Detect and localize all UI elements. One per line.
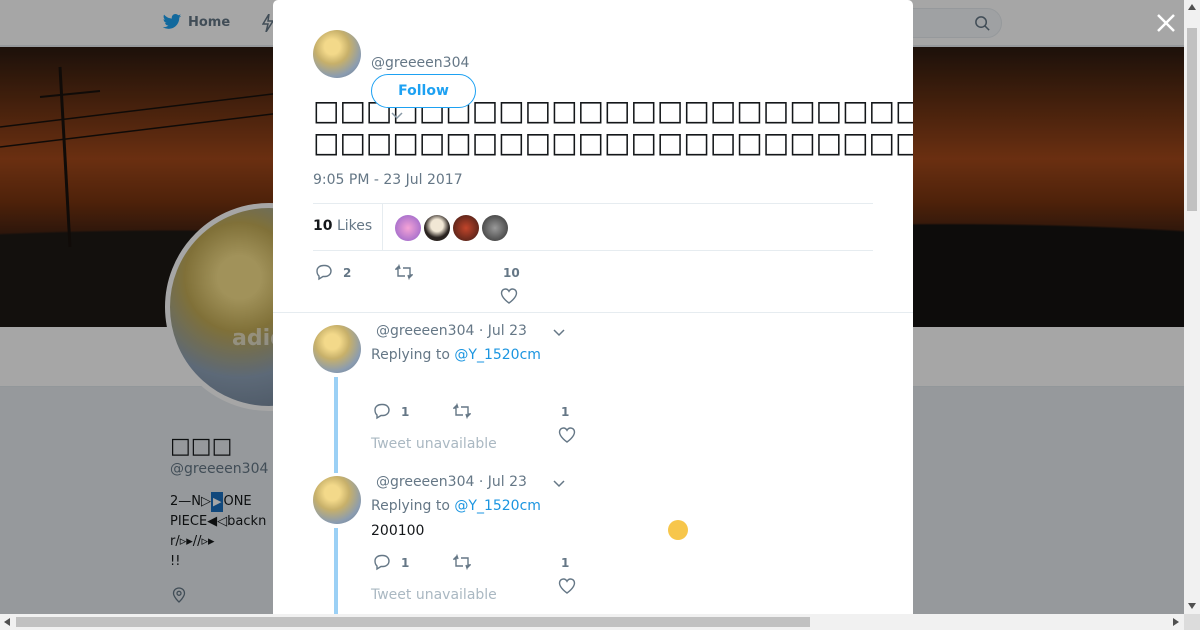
close-icon[interactable] [1155, 12, 1177, 34]
like-count: 10 [503, 266, 520, 280]
tweet-unavailable: Tweet unavailable [371, 436, 497, 452]
reply-count: 1 [401, 405, 410, 419]
reply-handle[interactable]: @greeeen304 [376, 474, 474, 490]
scroll-down-icon[interactable] [1188, 603, 1196, 609]
chevron-down-icon[interactable] [391, 112, 403, 120]
likes-number: 10 [313, 218, 333, 234]
author-handle[interactable]: @greeeen304 [371, 55, 469, 71]
retweet-icon[interactable] [395, 263, 413, 281]
likes-count[interactable]: 10 Likes [313, 218, 372, 234]
tweet-unavailable: Tweet unavailable [371, 587, 497, 603]
likes-row: 10 Likes [313, 203, 873, 251]
liker-avatar[interactable] [424, 215, 450, 241]
replying-to-link[interactable]: @Y_1520cm [454, 347, 541, 363]
section-divider [273, 312, 913, 313]
thread-line [334, 528, 338, 614]
reply-header: @greeeen304 · Jul 23 [376, 323, 527, 339]
like-count: 1 [561, 405, 570, 419]
reply-icon[interactable] [315, 263, 333, 281]
heart-icon[interactable] [558, 577, 576, 595]
replying-to: Replying to @Y_1520cm [371, 347, 541, 363]
reply-avatar[interactable] [313, 325, 361, 373]
reply-date[interactable]: · Jul 23 [479, 323, 527, 339]
tweet-modal: @greeeen304 Follow □□□□□□□□□□□□□□□□□□□□□… [273, 0, 913, 614]
reply-avatar[interactable] [313, 476, 361, 524]
reply-body: 200100 [371, 523, 425, 539]
retweet-icon[interactable] [453, 402, 471, 420]
horizontal-scroll-thumb[interactable] [16, 617, 810, 627]
likes-divider [382, 204, 383, 250]
replying-to: Replying to @Y_1520cm [371, 498, 541, 514]
like-count: 1 [561, 556, 570, 570]
reply-date[interactable]: · Jul 23 [479, 474, 527, 490]
retweet-icon[interactable] [453, 553, 471, 571]
reply-tweet[interactable]: @greeeen304 · Jul 23 Replying to @Y_1520… [313, 474, 873, 614]
scrollbar-corner [1184, 614, 1200, 630]
reply-handle[interactable]: @greeeen304 [376, 323, 474, 339]
reply-count: 2 [343, 266, 352, 280]
horizontal-scrollbar[interactable] [0, 614, 1184, 630]
reply-icon[interactable] [373, 553, 391, 571]
author-avatar[interactable] [313, 30, 361, 78]
follow-button[interactable]: Follow [371, 74, 476, 108]
replying-to-link[interactable]: @Y_1520cm [454, 498, 541, 514]
smirk-emoji-icon [668, 520, 688, 540]
liker-avatar[interactable] [395, 215, 421, 241]
scroll-right-icon[interactable] [1173, 618, 1179, 626]
thread-line [334, 377, 338, 473]
heart-icon[interactable] [558, 426, 576, 444]
liker-avatar[interactable] [453, 215, 479, 241]
scroll-up-icon[interactable] [1188, 4, 1196, 10]
replying-prefix: Replying to [371, 347, 450, 363]
reply-header: @greeeen304 · Jul 23 [376, 474, 527, 490]
tweet-timestamp[interactable]: 9:05 PM - 23 Jul 2017 [313, 172, 463, 188]
reply-icon[interactable] [373, 402, 391, 420]
reply-tweet[interactable]: @greeeen304 · Jul 23 Replying to @Y_1520… [313, 323, 873, 475]
vertical-scrollbar[interactable] [1184, 0, 1200, 614]
reply-count: 1 [401, 556, 410, 570]
tweet-text-line: □□□□□□□□□□□□□□□□□□□□□□□□1□□□□□□□□□□□□□□□… [313, 126, 913, 159]
likes-label: Likes [336, 218, 373, 234]
vertical-scroll-thumb[interactable] [1187, 28, 1197, 211]
replying-prefix: Replying to [371, 498, 450, 514]
chevron-down-icon[interactable] [553, 329, 565, 337]
tweet-actions: 2 10 [313, 262, 613, 306]
liker-avatar[interactable] [482, 215, 508, 241]
heart-icon[interactable] [500, 287, 518, 305]
scroll-left-icon[interactable] [4, 618, 10, 626]
chevron-down-icon[interactable] [553, 480, 565, 488]
